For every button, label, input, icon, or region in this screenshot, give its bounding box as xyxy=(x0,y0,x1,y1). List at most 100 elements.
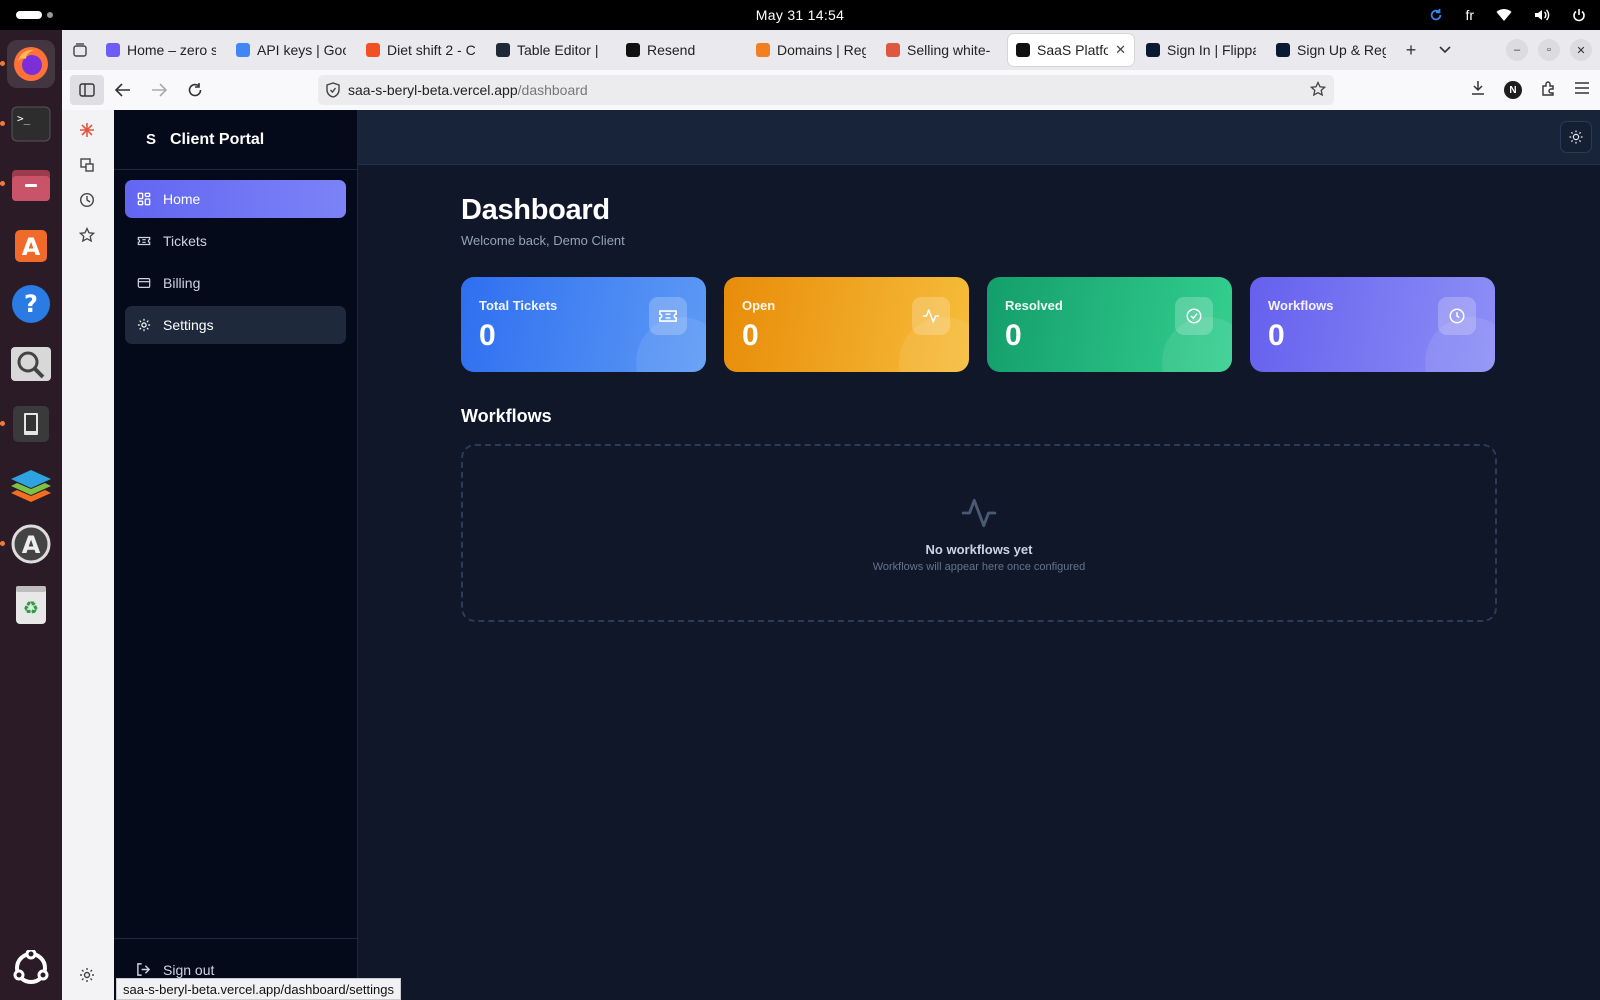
sidebar-item-tickets[interactable]: Tickets xyxy=(125,222,346,260)
client-portal-app: S Client Portal Home Tickets Billing Settin… xyxy=(114,110,1600,1000)
browser-tab[interactable]: Selling white- xyxy=(878,34,1004,66)
browser-tab[interactable]: API keys | Goo xyxy=(228,34,354,66)
navigation-bar: saa-s-beryl-beta.vercel.app/dashboard N xyxy=(62,70,1600,110)
app-center-icon[interactable]: A xyxy=(7,220,55,268)
clock[interactable]: May 31 14:54 xyxy=(756,7,844,23)
extensions-icon[interactable] xyxy=(1540,80,1556,101)
profile-avatar[interactable]: N xyxy=(1504,81,1522,99)
tab-label: SaaS Platfo xyxy=(1037,42,1109,58)
grid-icon xyxy=(137,192,151,206)
menu-icon[interactable] xyxy=(1574,81,1590,100)
tab-favicon-icon xyxy=(886,43,900,57)
browser-tab[interactable]: Diet shift 2 - C xyxy=(358,34,484,66)
download-icon[interactable] xyxy=(1470,80,1486,101)
power-icon[interactable] xyxy=(1572,8,1586,22)
svg-text:A: A xyxy=(22,233,41,261)
sidebar-item-billing[interactable]: Billing xyxy=(125,264,346,302)
ai-chat-icon[interactable] xyxy=(79,122,95,143)
browser-tab[interactable]: Sign Up & Reg xyxy=(1268,34,1394,66)
tab-label: Table Editor | xyxy=(517,42,599,58)
tab-favicon-icon xyxy=(236,43,250,57)
page-subtitle: Welcome back, Demo Client xyxy=(461,233,625,248)
svg-text:♻: ♻ xyxy=(23,598,39,619)
new-tab-button[interactable]: + xyxy=(1394,34,1428,66)
sidebar-nav: Home Tickets Billing Settings xyxy=(114,170,357,344)
stat-card-open: Open 0 xyxy=(724,277,969,372)
tab-label: API keys | Goo xyxy=(257,42,346,58)
sidebar-header[interactable]: S Client Portal xyxy=(114,110,357,170)
browser-tab[interactable]: Table Editor | xyxy=(488,34,614,66)
ticket-icon xyxy=(649,297,687,335)
system-tray[interactable]: fr xyxy=(1429,0,1586,30)
url-path: /dashboard xyxy=(517,82,588,98)
sidebar-item-settings[interactable]: Settings xyxy=(125,306,346,344)
sync-icon[interactable] xyxy=(1429,8,1443,22)
volume-icon[interactable] xyxy=(1534,8,1550,22)
svg-text:?: ? xyxy=(24,290,38,318)
stat-card-workflows: Workflows 0 xyxy=(1250,277,1495,372)
stat-card-total-tickets: Total Tickets 0 xyxy=(461,277,706,372)
credit-card-icon xyxy=(137,276,151,290)
workflows-section-title: Workflows xyxy=(461,406,552,426)
browser-tab[interactable]: Resend xyxy=(618,34,744,66)
url-host: saa-s-beryl-beta.vercel.app xyxy=(348,82,518,98)
app-header xyxy=(358,110,1600,165)
tab-label: Selling white- xyxy=(907,42,991,58)
clock-icon xyxy=(1438,297,1476,335)
tab-favicon-icon xyxy=(1276,43,1290,57)
chevron-down-icon[interactable] xyxy=(1428,34,1462,66)
maximize-button[interactable]: ▫ xyxy=(1538,39,1560,61)
close-tab-icon[interactable]: ✕ xyxy=(1115,42,1126,58)
device-icon[interactable] xyxy=(0,400,55,448)
bookmark-star-icon[interactable] xyxy=(1309,80,1327,100)
sidebar-item-label: Settings xyxy=(163,317,214,333)
workflows-empty-state: No workflows yet Workflows will appear h… xyxy=(461,444,1497,622)
close-button[interactable]: ✕ xyxy=(1570,39,1592,61)
software-updater-icon[interactable]: A xyxy=(0,520,55,568)
browser-tab[interactable]: Domains | Reg xyxy=(748,34,874,66)
sidebar-item-home[interactable]: Home xyxy=(125,180,346,218)
theme-toggle-button[interactable] xyxy=(1560,121,1592,153)
trash-icon[interactable]: ♻ xyxy=(7,580,55,628)
customize-sidebar-gear-icon[interactable] xyxy=(79,967,95,988)
system-top-bar: May 31 14:54 fr xyxy=(0,0,1600,30)
help-icon[interactable]: ? xyxy=(7,280,55,328)
back-icon[interactable] xyxy=(106,75,140,105)
firefox-icon[interactable] xyxy=(0,40,55,88)
check-circle-icon xyxy=(1175,297,1213,335)
image-viewer-icon[interactable] xyxy=(7,340,55,388)
reload-icon[interactable] xyxy=(178,75,212,105)
keyboard-language[interactable]: fr xyxy=(1465,7,1474,23)
empty-state-subtitle: Workflows will appear here once configur… xyxy=(872,560,1086,573)
forward-icon[interactable] xyxy=(142,75,176,105)
sidebar-item-label: Billing xyxy=(163,275,201,291)
minimize-button[interactable]: – xyxy=(1506,39,1528,61)
synced-tabs-icon[interactable] xyxy=(79,157,95,178)
link-status-bar: saa-s-beryl-beta.vercel.app/dashboard/se… xyxy=(116,978,401,1000)
logo: S xyxy=(146,131,157,148)
svg-text:A: A xyxy=(22,531,41,559)
page-title: Dashboard xyxy=(461,194,610,226)
browser-tab[interactable]: Sign In | Flippa xyxy=(1138,34,1264,66)
terminal-icon[interactable]: >_ xyxy=(0,100,55,148)
shield-icon[interactable] xyxy=(326,82,340,98)
tab-favicon-icon xyxy=(1016,43,1030,57)
browser-tab[interactable]: Home – zero s xyxy=(98,34,224,66)
wifi-icon[interactable] xyxy=(1496,8,1512,22)
browser-tab[interactable]: SaaS Platfo ✕ xyxy=(1008,34,1134,66)
tab-label: Diet shift 2 - C xyxy=(387,42,476,58)
tab-label: Domains | Reg xyxy=(777,42,866,58)
sidebar-toggle-icon[interactable] xyxy=(70,75,104,105)
history-icon[interactable] xyxy=(79,192,95,213)
stats-row: Total Tickets 0 Open 0 Resolved 0 Workflows 0 xyxy=(461,277,1501,372)
show-apps-icon[interactable] xyxy=(13,948,49,986)
dock: >_ A ? A ♻ xyxy=(0,30,62,1000)
bookmarks-icon[interactable] xyxy=(78,226,96,248)
url-bar[interactable]: saa-s-beryl-beta.vercel.app/dashboard xyxy=(318,75,1334,105)
activities-indicator[interactable] xyxy=(16,11,42,19)
tab-overview-icon[interactable] xyxy=(62,30,98,70)
layers-icon[interactable] xyxy=(7,460,55,508)
tab-favicon-icon xyxy=(1146,43,1160,57)
tab-favicon-icon xyxy=(366,43,380,57)
files-icon[interactable] xyxy=(0,160,55,208)
